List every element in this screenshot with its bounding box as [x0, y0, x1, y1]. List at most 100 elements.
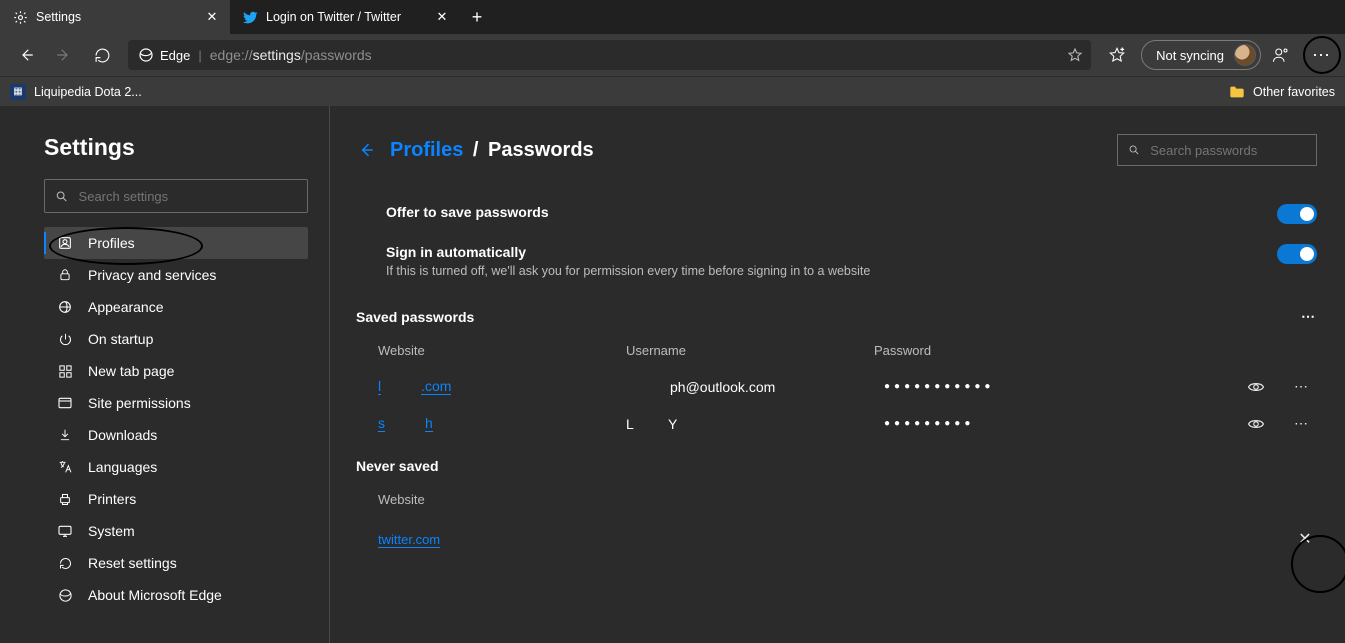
nav-site-permissions[interactable]: Site permissions	[44, 387, 308, 419]
breadcrumb-back-button[interactable]	[356, 140, 376, 160]
user-feedback-button[interactable]	[1263, 37, 1299, 73]
password-row: l.com ph@outlook.com ●●●●●●●●●●● ⋯	[356, 368, 1317, 405]
tab-strip: Settings ✕ Login on Twitter / Twitter ✕ …	[0, 0, 1345, 34]
password-row: sh L Y ●●●●●●●●● ⋯	[356, 405, 1317, 442]
edge-icon	[56, 588, 74, 603]
refresh-button[interactable]	[84, 37, 120, 73]
breadcrumb: Profiles / Passwords	[390, 139, 594, 162]
nav-label: Reset settings	[88, 555, 177, 571]
tab-close-icon[interactable]: ✕	[204, 9, 220, 25]
reset-icon	[56, 556, 74, 571]
nav-languages[interactable]: Languages	[44, 451, 308, 483]
nav-system[interactable]: System	[44, 515, 308, 547]
reveal-password-button[interactable]	[1247, 417, 1287, 431]
favorites-button[interactable]	[1099, 37, 1135, 73]
signin-auto-sublabel: If this is turned off, we'll ask you for…	[386, 264, 870, 278]
sync-status-chip[interactable]: Not syncing	[1141, 40, 1261, 70]
never-remove-button[interactable]: ✕	[1293, 527, 1317, 551]
nav-downloads[interactable]: Downloads	[44, 419, 308, 451]
nav-profiles[interactable]: Profiles	[44, 227, 308, 259]
nav-startup[interactable]: On startup	[44, 323, 308, 355]
nav-about[interactable]: About Microsoft Edge	[44, 579, 308, 611]
settings-sidebar: Settings Profiles Privacy and services A…	[0, 106, 330, 643]
nav-privacy[interactable]: Privacy and services	[44, 259, 308, 291]
folder-icon	[1229, 85, 1245, 99]
tab-settings[interactable]: Settings ✕	[0, 0, 230, 34]
address-url: edge://settings/passwords	[210, 47, 372, 63]
power-icon	[56, 332, 74, 347]
other-favorites-label: Other favorites	[1253, 85, 1335, 99]
row-website[interactable]: l.com	[378, 378, 626, 394]
main-panel: Profiles / Passwords Offer to save passw…	[330, 106, 1345, 643]
other-favorites-button[interactable]: Other favorites	[1229, 85, 1335, 99]
tab-title: Settings	[36, 10, 196, 24]
search-icon	[1128, 143, 1140, 157]
more-menu-button[interactable]: ⋯	[1312, 37, 1332, 73]
system-icon	[56, 524, 74, 538]
forward-button[interactable]	[46, 37, 82, 73]
signin-auto-toggle[interactable]	[1277, 244, 1317, 264]
reveal-password-button[interactable]	[1247, 380, 1287, 394]
row-more-button[interactable]: ⋯	[1287, 415, 1317, 432]
row-website[interactable]: sh	[378, 415, 626, 431]
content-area: Settings Profiles Privacy and services A…	[0, 106, 1345, 643]
col-username: Username	[626, 343, 874, 358]
nav-newtab[interactable]: New tab page	[44, 355, 308, 387]
search-icon	[55, 189, 69, 204]
download-icon	[56, 427, 74, 443]
gear-icon	[12, 9, 28, 25]
nav-label: Languages	[88, 459, 157, 475]
settings-heading: Settings	[44, 134, 307, 161]
bookmark-favicon: ▦	[10, 84, 26, 100]
never-website[interactable]: twitter.com	[378, 532, 440, 547]
printer-icon	[56, 492, 74, 507]
nav-label: Privacy and services	[88, 267, 216, 283]
never-table-header: Website	[356, 482, 1317, 517]
search-passwords-input[interactable]	[1117, 134, 1317, 166]
nav-appearance[interactable]: Appearance	[44, 291, 308, 323]
address-separator: |	[198, 48, 201, 63]
nav-label: Downloads	[88, 427, 157, 443]
row-offer-save: Offer to save passwords	[356, 194, 1317, 234]
col-password: Password	[874, 343, 1317, 358]
breadcrumb-current: Passwords	[488, 139, 594, 161]
profile-avatar[interactable]	[1234, 44, 1256, 66]
lock-icon	[56, 267, 74, 283]
never-saved-row: twitter.com ✕	[356, 517, 1317, 561]
language-icon	[56, 459, 74, 475]
new-tab-button[interactable]: +	[460, 0, 494, 34]
nav-reset[interactable]: Reset settings	[44, 547, 308, 579]
nav-printers[interactable]: Printers	[44, 483, 308, 515]
address-bar[interactable]: Edge | edge://settings/passwords	[128, 40, 1091, 70]
nav-label: About Microsoft Edge	[88, 587, 222, 603]
main-header: Profiles / Passwords	[356, 134, 1317, 166]
twitter-icon	[242, 9, 258, 25]
nav-label: Appearance	[88, 299, 164, 315]
tab-title: Login on Twitter / Twitter	[266, 10, 426, 24]
search-settings-field[interactable]	[79, 189, 297, 204]
offer-save-toggle[interactable]	[1277, 204, 1317, 224]
row-password-masked: ●●●●●●●●●	[874, 418, 1247, 429]
nav-label: Site permissions	[88, 395, 191, 411]
col-website: Website	[378, 492, 626, 507]
edge-label: Edge	[160, 48, 190, 63]
row-more-button[interactable]: ⋯	[1287, 378, 1317, 395]
saved-passwords-more-button[interactable]: ⋯	[1301, 308, 1317, 325]
row-password-masked: ●●●●●●●●●●●	[874, 381, 1247, 392]
breadcrumb-profiles-link[interactable]: Profiles	[390, 139, 463, 161]
settings-nav: Profiles Privacy and services Appearance…	[44, 227, 307, 611]
nav-label: Profiles	[88, 235, 135, 251]
offer-save-label: Offer to save passwords	[386, 204, 549, 220]
row-username: ph@outlook.com	[626, 379, 874, 395]
bookmark-liquipedia[interactable]: ▦ Liquipedia Dota 2...	[10, 84, 142, 100]
tab-close-icon[interactable]: ✕	[434, 9, 450, 25]
search-passwords-field[interactable]	[1150, 143, 1306, 158]
bookmark-label: Liquipedia Dota 2...	[34, 85, 142, 99]
back-button[interactable]	[8, 37, 44, 73]
saved-passwords-heading: Saved passwords ⋯	[356, 288, 1317, 333]
search-settings-input[interactable]	[44, 179, 308, 213]
row-username: L Y	[626, 416, 874, 432]
tab-twitter[interactable]: Login on Twitter / Twitter ✕	[230, 0, 460, 34]
permissions-icon	[56, 396, 74, 410]
favorite-star-icon[interactable]	[1067, 47, 1083, 63]
